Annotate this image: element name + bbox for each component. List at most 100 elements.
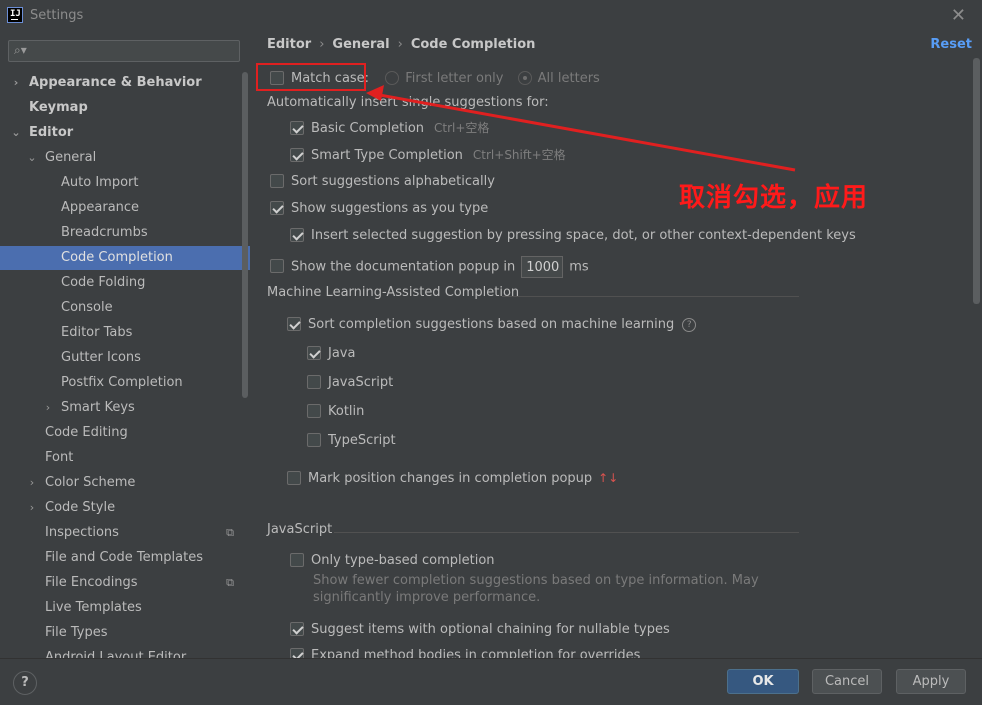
sidebar-item-smart-keys[interactable]: › Smart Keys bbox=[0, 396, 250, 420]
show-as-type-row: Show suggestions as you type bbox=[270, 199, 488, 219]
sidebar-item-label: Smart Keys bbox=[61, 400, 135, 415]
reset-link[interactable]: Reset bbox=[930, 37, 972, 52]
sidebar-item-editor-tabs[interactable]: Editor Tabs bbox=[0, 321, 250, 345]
sidebar-scrollbar[interactable] bbox=[242, 72, 248, 398]
apply-button[interactable]: Apply bbox=[896, 669, 966, 694]
breadcrumb-item[interactable]: General bbox=[332, 37, 389, 52]
sidebar-item-appearance-behavior[interactable]: › Appearance & Behavior bbox=[0, 71, 250, 95]
doc-popup-unit: ms bbox=[569, 259, 589, 275]
chevron-down-icon[interactable]: ⌄ bbox=[10, 121, 22, 145]
sidebar-item-appearance[interactable]: Appearance bbox=[0, 196, 250, 220]
section-divider bbox=[502, 296, 799, 297]
sidebar-item-keymap[interactable]: Keymap bbox=[0, 96, 250, 120]
sidebar-item-label: File Encodings bbox=[45, 575, 138, 590]
sidebar-item-code-folding[interactable]: Code Folding bbox=[0, 271, 250, 295]
sort-alpha-checkbox[interactable] bbox=[270, 173, 284, 188]
kotlin-checkbox[interactable] bbox=[307, 403, 321, 418]
ml-lang-label: TypeScript bbox=[328, 433, 396, 448]
sidebar-item-inspections[interactable]: Inspections ⧉ bbox=[0, 521, 250, 545]
type-based-description-line: Show fewer completion suggestions based … bbox=[313, 573, 759, 588]
basic-completion-checkbox[interactable] bbox=[290, 120, 304, 135]
sidebar-item-file-encodings[interactable]: File Encodings ⧉ bbox=[0, 571, 250, 595]
ml-lang-label: Kotlin bbox=[328, 404, 365, 419]
smart-completion-checkbox[interactable] bbox=[290, 147, 304, 162]
sidebar-item-live-templates[interactable]: Live Templates bbox=[0, 596, 250, 620]
sidebar-item-label: Android Layout Editor bbox=[45, 650, 187, 658]
sidebar-item-label: Color Scheme bbox=[45, 475, 136, 490]
basic-completion-shortcut: Ctrl+空格 bbox=[434, 121, 490, 135]
insert-selected-label: Insert selected suggestion by pressing s… bbox=[311, 228, 856, 243]
type-based-checkbox[interactable] bbox=[290, 552, 304, 567]
sidebar-item-code-editing[interactable]: Code Editing bbox=[0, 421, 250, 445]
search-icon: ⌕▾ bbox=[14, 43, 27, 57]
sidebar-item-postfix-completion[interactable]: Postfix Completion bbox=[0, 371, 250, 395]
all-letters-radio[interactable] bbox=[517, 70, 532, 85]
insert-selected-checkbox[interactable] bbox=[290, 227, 304, 242]
chevron-down-icon[interactable]: ⌄ bbox=[26, 146, 38, 170]
sidebar-item-auto-import[interactable]: Auto Import bbox=[0, 171, 250, 195]
annotation-text: 取消勾选，应用 bbox=[679, 183, 869, 213]
chevron-right-icon[interactable]: › bbox=[26, 496, 38, 520]
javascript-checkbox[interactable] bbox=[307, 374, 321, 389]
smart-completion-row: Smart Type Completion Ctrl+Shift+空格 bbox=[290, 145, 566, 165]
first-letter-radio[interactable] bbox=[385, 70, 400, 85]
java-checkbox[interactable] bbox=[307, 345, 321, 360]
sidebar-item-console[interactable]: Console bbox=[0, 296, 250, 320]
doc-popup-delay-input[interactable]: 1000 bbox=[521, 256, 564, 278]
ml-sort-checkbox[interactable] bbox=[287, 316, 301, 331]
sidebar-item-file-and-code-templates[interactable]: File and Code Templates bbox=[0, 546, 250, 570]
help-button[interactable]: ? bbox=[13, 671, 37, 695]
expand-method-checkbox[interactable] bbox=[290, 647, 304, 658]
sidebar-item-editor[interactable]: ⌄ Editor bbox=[0, 121, 250, 145]
chevron-right-icon[interactable]: › bbox=[42, 396, 54, 420]
sidebar-item-file-types[interactable]: File Types bbox=[0, 621, 250, 645]
sidebar-item-label: General bbox=[45, 150, 97, 165]
ok-button[interactable]: OK bbox=[727, 669, 799, 694]
sidebar-item-breadcrumbs[interactable]: Breadcrumbs bbox=[0, 221, 250, 245]
all-letters-label: All letters bbox=[537, 71, 600, 86]
sidebar-item-general[interactable]: ⌄ General bbox=[0, 146, 250, 170]
ml-lang-label: JavaScript bbox=[328, 375, 394, 390]
insert-selected-row: Insert selected suggestion by pressing s… bbox=[290, 226, 856, 246]
sidebar-item-font[interactable]: Font bbox=[0, 446, 250, 470]
annotation-highlight-box bbox=[256, 63, 366, 91]
doc-popup-checkbox[interactable] bbox=[270, 259, 284, 273]
sidebar-item-label: Inspections bbox=[45, 525, 119, 540]
first-letter-label: First letter only bbox=[405, 71, 504, 86]
ml-sort-label: Sort completion suggestions based on mac… bbox=[308, 317, 675, 332]
ml-lang-label: Java bbox=[328, 346, 356, 361]
sidebar-item-label: Appearance bbox=[61, 200, 140, 215]
sidebar-item-label: Breadcrumbs bbox=[61, 225, 148, 240]
expand-method-row: Expand method bodies in completion for o… bbox=[290, 646, 640, 658]
up-down-arrows-icon: ↑↓ bbox=[598, 471, 619, 485]
sidebar-item-android-layout-editor[interactable]: Android Layout Editor bbox=[0, 646, 250, 658]
settings-sidebar: ⌕▾ › Appearance & Behavior Keymap ⌄ Editor ⌄ G… bbox=[0, 32, 250, 658]
help-icon[interactable]: ? bbox=[682, 317, 697, 332]
search-field[interactable]: ⌕▾ bbox=[8, 40, 240, 62]
ml-lang-row: TypeScript bbox=[307, 431, 396, 451]
sidebar-item-gutter-icons[interactable]: Gutter Icons bbox=[0, 346, 250, 370]
mark-position-checkbox[interactable] bbox=[287, 470, 301, 485]
close-icon[interactable]: ✕ bbox=[951, 5, 966, 26]
show-as-type-checkbox[interactable] bbox=[270, 200, 284, 215]
breadcrumb-item[interactable]: Editor bbox=[267, 37, 311, 52]
content-scrollbar[interactable] bbox=[973, 58, 980, 304]
mark-position-row: Mark position changes in completion popu… bbox=[287, 468, 618, 488]
sidebar-item-code-completion[interactable]: Code Completion bbox=[0, 246, 250, 270]
show-as-type-label: Show suggestions as you type bbox=[291, 201, 489, 216]
cancel-button[interactable]: Cancel bbox=[812, 669, 882, 694]
sidebar-item-color-scheme[interactable]: › Color Scheme bbox=[0, 471, 250, 495]
sidebar-item-code-style[interactable]: › Code Style bbox=[0, 496, 250, 520]
expand-method-label: Expand method bodies in completion for o… bbox=[311, 648, 641, 658]
chevron-right-icon[interactable]: › bbox=[10, 71, 22, 95]
optional-chaining-checkbox[interactable] bbox=[290, 621, 304, 636]
sidebar-item-label: Code Completion bbox=[61, 250, 173, 265]
chevron-right-icon[interactable]: › bbox=[26, 471, 38, 495]
ml-lang-row: JavaScript bbox=[307, 373, 393, 393]
sidebar-item-label: File Types bbox=[45, 625, 108, 640]
search-input[interactable] bbox=[31, 43, 235, 61]
chevron-right-icon: › bbox=[397, 37, 403, 52]
typescript-checkbox[interactable] bbox=[307, 432, 321, 447]
sidebar-item-label: Live Templates bbox=[45, 600, 142, 615]
sidebar-item-label: Appearance & Behavior bbox=[29, 75, 202, 90]
